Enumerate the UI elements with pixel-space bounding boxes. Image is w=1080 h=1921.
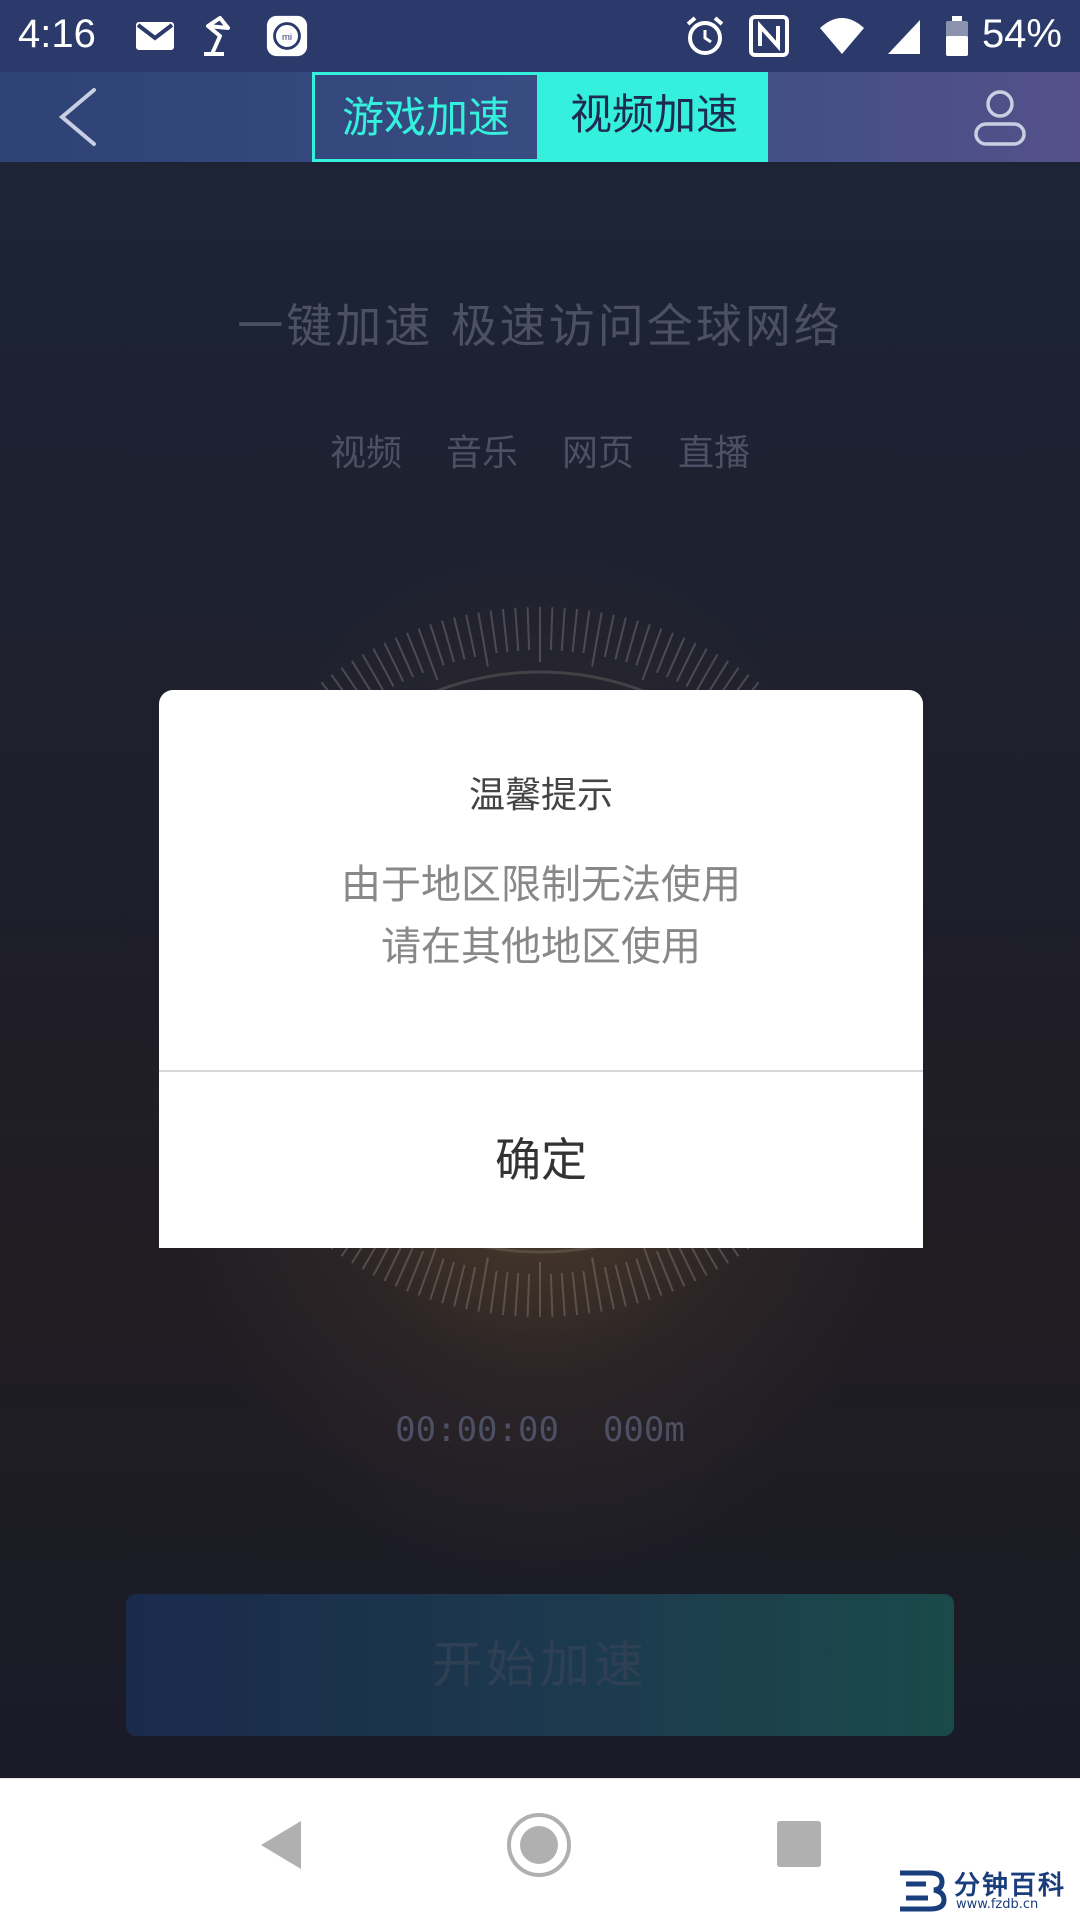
- dialog-message-line-2: 请在其他地区使用: [159, 916, 923, 978]
- category-music: 音乐: [446, 424, 518, 476]
- alarm-icon: [683, 14, 727, 58]
- timer-readout: 00:00:00: [395, 1410, 559, 1450]
- distance-readout: 000m: [603, 1410, 685, 1450]
- category-video: 视频: [330, 424, 402, 476]
- lamp-icon: [198, 14, 242, 58]
- speed-stats: 00:00:00 000m: [0, 1410, 1080, 1450]
- dialog-message-line-1: 由于地区限制无法使用: [159, 854, 923, 916]
- dialog-message: 由于地区限制无法使用 请在其他地区使用: [159, 854, 923, 978]
- mail-icon: [134, 14, 176, 58]
- app-header: 游戏加速 视频加速: [0, 72, 1080, 162]
- battery-percent: 54%: [982, 12, 1062, 57]
- category-live: 直播: [678, 424, 750, 476]
- back-arrow-icon[interactable]: [50, 86, 110, 148]
- tab-video-boost[interactable]: 视频加速: [540, 72, 768, 162]
- watermark-url: www.fzdb.cn: [956, 1897, 1038, 1912]
- category-web: 网页: [562, 424, 634, 476]
- tab-game-boost[interactable]: 游戏加速: [312, 72, 540, 162]
- nav-recent-apps-icon[interactable]: [775, 1819, 823, 1869]
- system-nav-bar: 分钟百科 www.fzdb.cn: [0, 1778, 1080, 1921]
- tab-bar: 游戏加速 视频加速: [312, 72, 768, 162]
- status-bar: 4:16 mi 54%: [0, 0, 1080, 72]
- signal-icon: [884, 14, 924, 58]
- svg-text:mi: mi: [282, 32, 292, 43]
- alert-dialog: 温馨提示 由于地区限制无法使用 请在其他地区使用 确定: [159, 690, 923, 1248]
- category-list: 视频 音乐 网页 直播: [0, 424, 1080, 476]
- dialog-confirm-button[interactable]: 确定: [159, 1072, 923, 1248]
- battery-icon: [944, 14, 970, 58]
- watermark-logo: 分钟百科 www.fzdb.cn: [896, 1865, 1068, 1915]
- mi-icon: mi: [264, 14, 310, 58]
- watermark-b-icon: [896, 1867, 948, 1913]
- start-boost-button[interactable]: 开始加速: [126, 1594, 954, 1736]
- user-profile-icon[interactable]: [970, 86, 1030, 148]
- slogan: 一键加速 极速访问全球网络: [0, 290, 1080, 356]
- nfc-icon: [748, 14, 790, 58]
- dialog-title: 温馨提示: [159, 766, 923, 818]
- wifi-icon: [816, 14, 870, 58]
- nav-back-icon[interactable]: [255, 1817, 307, 1873]
- status-time: 4:16: [18, 12, 96, 57]
- nav-home-icon[interactable]: [505, 1811, 573, 1879]
